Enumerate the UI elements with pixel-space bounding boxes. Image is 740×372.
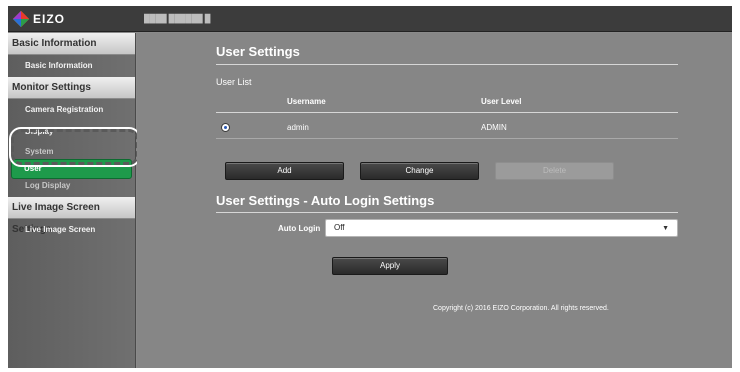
app-window: EIZO ████ ██████ █ Basic Information Bas… — [8, 6, 732, 368]
page-title: User Settings — [216, 44, 300, 59]
change-button[interactable]: Change — [360, 162, 479, 180]
main-panel: User Settings User List Username User Le… — [137, 33, 732, 368]
cell-user-level: ADMIN — [481, 123, 507, 132]
device-name-part: ██████ — [168, 14, 203, 23]
sidebar-section-live-image-screen-settings[interactable]: Live Image Screen Settings — [8, 197, 135, 235]
top-bar: EIZO ████ ██████ █ — [8, 6, 732, 32]
row-select-radio[interactable] — [221, 123, 230, 132]
add-button[interactable]: Add — [225, 162, 344, 180]
auto-login-select[interactable]: Off ▼ — [325, 219, 678, 237]
auto-login-title: User Settings - Auto Login Settings — [216, 193, 435, 208]
table-header-divider — [216, 112, 678, 113]
column-header-user-level: User Level — [481, 97, 522, 106]
title-divider — [216, 64, 678, 65]
device-name-part: █ — [204, 14, 211, 23]
user-list-label: User List — [216, 77, 252, 87]
copyright-text: Copyright (c) 2016 EIZO Corporation. All… — [433, 305, 609, 312]
sidebar-item-log-display[interactable]: Log Display — [8, 181, 135, 197]
sidebar-section-basic-information[interactable]: Basic Information — [8, 33, 135, 55]
apply-button[interactable]: Apply — [332, 257, 448, 275]
table-row-divider — [216, 138, 678, 139]
eizo-logo: EIZO — [12, 9, 65, 29]
brand-text: EIZO — [33, 12, 66, 26]
delete-button[interactable]: Delete — [495, 162, 614, 180]
sidebar-item-basic-information[interactable]: Basic Information — [8, 55, 135, 77]
auto-login-value: Off — [334, 223, 345, 232]
sidebar-item-live-image-screen[interactable]: Live Image Screen — [8, 219, 135, 241]
sidebar-section-monitor-settings[interactable]: Monitor Settings — [8, 77, 135, 99]
device-name: ████ ██████ █ — [144, 13, 210, 24]
auto-login-label: Auto Login — [278, 224, 321, 233]
chevron-down-icon: ▼ — [662, 225, 669, 232]
device-name-part: ████ — [144, 14, 167, 23]
sidebar: Basic Information Basic Information Moni… — [8, 33, 136, 368]
eizo-logo-icon — [13, 11, 29, 27]
auto-login-divider — [216, 212, 678, 213]
sidebar-item-camera-registration[interactable]: Camera Registration — [8, 99, 135, 121]
column-header-username: Username — [287, 97, 326, 106]
callout-highlight-frame — [9, 127, 141, 167]
cell-username: admin — [287, 123, 309, 132]
